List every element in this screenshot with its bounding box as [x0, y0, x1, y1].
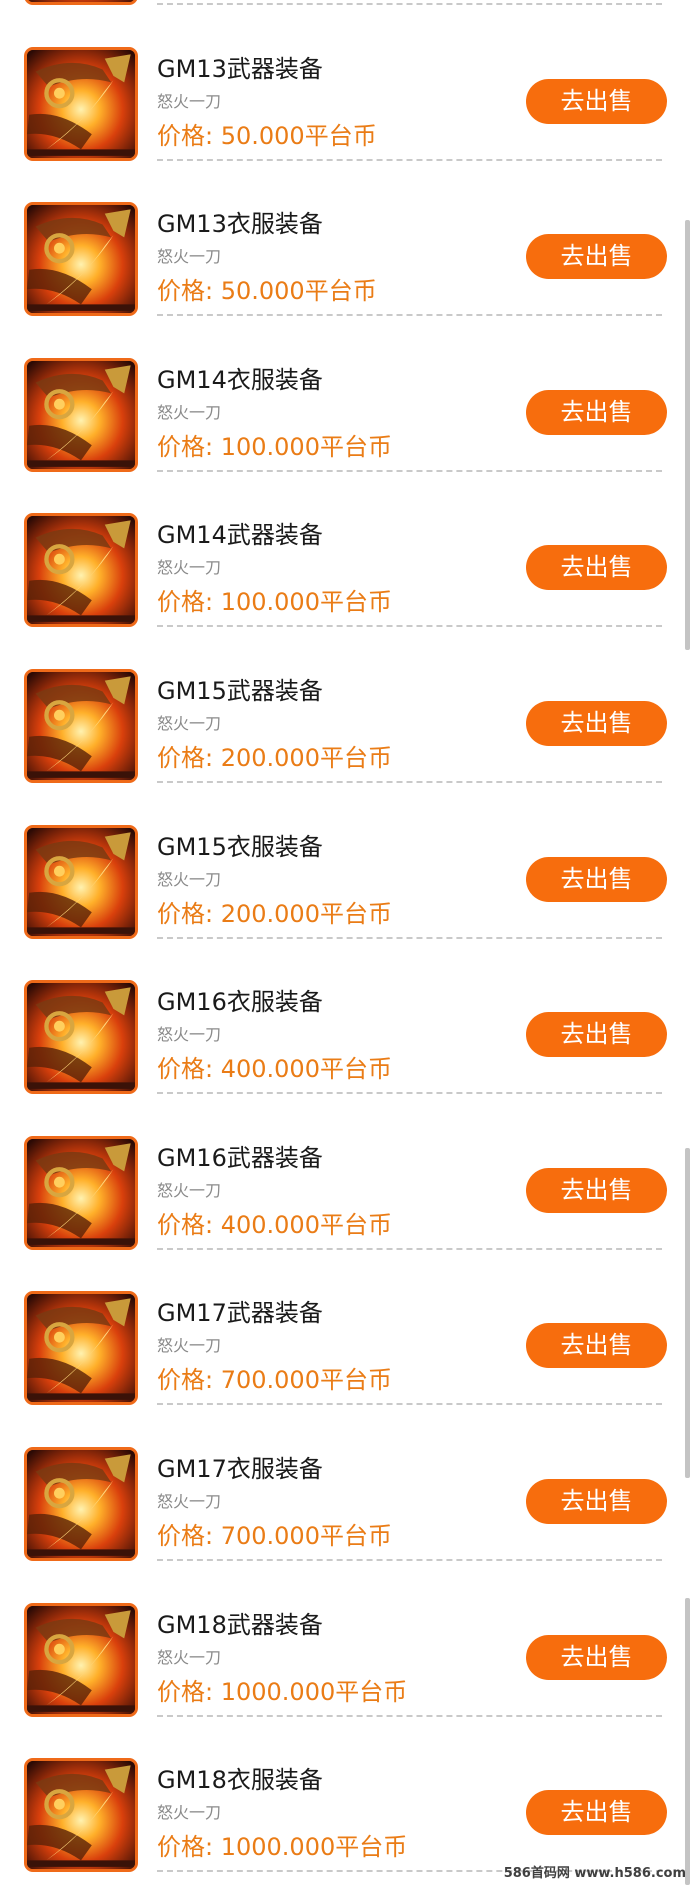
item-price: 价格: 200.000平台币: [157, 899, 392, 928]
item-game-name: 怒火一刀: [157, 1336, 222, 1356]
item-game-name: 怒火一刀: [157, 1803, 222, 1823]
game-art-icon: [27, 1138, 135, 1247]
scrollbar-segment[interactable]: [685, 1148, 690, 1478]
game-thumbnail: [24, 46, 138, 161]
game-art-icon: [27, 205, 135, 314]
list-item[interactable]: GM18武器装备 怒火一刀 价格: 1000.000平台币 去出售: [0, 1561, 690, 1717]
game-art-icon: [27, 827, 135, 936]
sell-button[interactable]: 去出售: [526, 1167, 667, 1213]
item-price: 价格: 700.000平台币: [157, 1521, 392, 1550]
item-game-name: 怒火一刀: [157, 1180, 222, 1200]
game-thumbnail: [24, 824, 138, 939]
item-price: 价格: 200.000平台币: [157, 743, 392, 772]
list-item[interactable]: GM13衣服装备 怒火一刀 价格: 50.000平台币 去出售: [0, 160, 690, 317]
game-thumbnail: [24, 1291, 138, 1406]
scrollbar-segment[interactable]: [685, 220, 690, 650]
sell-button[interactable]: 去出售: [526, 856, 667, 902]
item-game-name: 怒火一刀: [157, 91, 222, 111]
scrollbar-segment[interactable]: [685, 1598, 690, 1885]
game-thumbnail: [24, 1135, 138, 1250]
list-item[interactable]: GM17衣服装备 怒火一刀 价格: 700.000平台币 去出售: [0, 1405, 690, 1561]
game-art-icon: [27, 1449, 135, 1558]
item-game-name: 怒火一刀: [157, 1647, 222, 1667]
sell-button[interactable]: 去出售: [526, 1012, 667, 1058]
list-item[interactable]: GM16武器装备 怒火一刀 价格: 400.000平台币 去出售: [0, 1094, 690, 1250]
item-game-name: 怒火一刀: [157, 402, 222, 422]
item-title: GM18衣服装备: [157, 1766, 323, 1795]
list-item[interactable]: GM18衣服装备 怒火一刀 价格: 1000.000平台币 去出售: [0, 1716, 690, 1873]
game-thumbnail: [24, 1602, 138, 1717]
sell-button[interactable]: 去出售: [526, 1634, 667, 1680]
list-item[interactable]: GM13武器装备 怒火一刀 价格: 50.000平台币 去出售: [0, 5, 690, 161]
game-thumbnail: [24, 513, 138, 628]
list-item[interactable]: GM14衣服装备 怒火一刀 价格: 100.000平台币 去出售: [0, 316, 690, 472]
game-thumbnail: [24, 980, 138, 1095]
item-price: 价格: 50.000平台币: [157, 121, 377, 150]
sell-button[interactable]: 去出售: [526, 78, 667, 124]
sell-button[interactable]: 去出售: [526, 1323, 667, 1369]
sell-button[interactable]: 去出售: [526, 700, 667, 746]
item-title: GM13衣服装备: [157, 210, 323, 239]
game-art-icon: [27, 1605, 135, 1714]
game-art-icon: [27, 0, 135, 2]
item-price: 价格: 1000.000平台币: [157, 1677, 408, 1706]
game-thumbnail: [24, 1446, 138, 1561]
game-art-icon: [27, 1294, 135, 1403]
item-game-name: 怒火一刀: [157, 558, 222, 578]
list-item[interactable]: GM15武器装备 怒火一刀 价格: 200.000平台币 去出售: [0, 627, 690, 783]
game-thumbnail: [24, 1758, 138, 1873]
item-title: GM16衣服装备: [157, 988, 323, 1017]
item-game-name: 怒火一刀: [157, 1025, 222, 1045]
item-price: 价格: 400.000平台币: [157, 1055, 392, 1084]
sell-button[interactable]: 去出售: [526, 545, 667, 591]
list-item[interactable]: GM14武器装备 怒火一刀 价格: 100.000平台币 去出售: [0, 471, 690, 628]
item-price: 价格: 700.000平台币: [157, 1366, 392, 1395]
list-item[interactable]: GM16衣服装备 怒火一刀 价格: 400.000平台币 去出售: [0, 938, 690, 1095]
item-game-name: 怒火一刀: [157, 247, 222, 267]
item-title: GM15武器装备: [157, 676, 323, 705]
item-game-name: 怒火一刀: [157, 713, 222, 733]
item-title: GM17武器装备: [157, 1299, 323, 1328]
game-art-icon: [27, 49, 135, 158]
item-price: 价格: 1000.000平台币: [157, 1833, 408, 1862]
item-title: GM14衣服装备: [157, 365, 323, 394]
item-title: GM17衣服装备: [157, 1454, 323, 1483]
item-price: 价格: 400.000平台币: [157, 1210, 392, 1239]
game-thumbnail: [24, 202, 138, 317]
game-art-icon: [27, 1761, 135, 1870]
game-thumbnail: [24, 357, 138, 472]
item-price: 价格: 100.000平台币: [157, 588, 392, 617]
game-art-icon: [27, 671, 135, 780]
sell-button[interactable]: 去出售: [526, 1790, 667, 1836]
item-game-name: 怒火一刀: [157, 1491, 222, 1511]
game-art-icon: [27, 360, 135, 469]
item-title: GM15衣服装备: [157, 832, 323, 861]
item-title: GM16武器装备: [157, 1143, 323, 1172]
item-title: GM14武器装备: [157, 521, 323, 550]
item-game-name: 怒火一刀: [157, 869, 222, 889]
game-art-icon: [27, 983, 135, 1092]
item-title: GM18武器装备: [157, 1610, 323, 1639]
watermark: 586首码网 www.h586.com: [503, 1866, 686, 1881]
item-title: GM13武器装备: [157, 54, 323, 83]
item-list: GM12衣服装备 怒火一刀 价格: 20.000平台币 去出售: [0, 0, 690, 1873]
item-price: 价格: 100.000平台币: [157, 432, 392, 461]
game-thumbnail: [24, 668, 138, 783]
sell-button[interactable]: 去出售: [526, 1478, 667, 1524]
list-item[interactable]: GM15衣服装备 怒火一刀 价格: 200.000平台币 去出售: [0, 783, 690, 939]
game-art-icon: [27, 516, 135, 625]
sell-button[interactable]: 去出售: [526, 389, 667, 435]
list-item[interactable]: GM17武器装备 怒火一刀 价格: 700.000平台币 去出售: [0, 1249, 690, 1406]
item-price: 价格: 50.000平台币: [157, 277, 377, 306]
sell-button[interactable]: 去出售: [526, 234, 667, 280]
